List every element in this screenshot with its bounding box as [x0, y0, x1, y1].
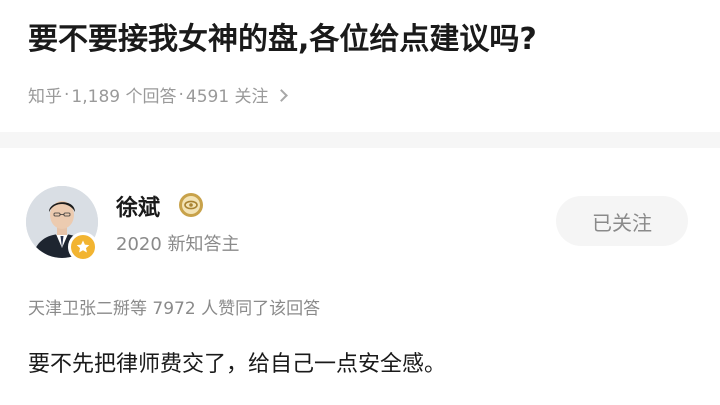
answer-count: 1,189 个回答	[71, 87, 177, 107]
author-title: 2020 新知答主	[116, 234, 240, 255]
zhihu-page: 要不要接我女神的盘,各位给点建议吗? 知乎 · 1,189 个回答 · 4591…	[0, 0, 720, 405]
upvote-summary[interactable]: 天津卫张二掰等 7972 人赞同了该回答	[28, 294, 320, 319]
question-card[interactable]: 要不要接我女神的盘,各位给点建议吗? 知乎 · 1,189 个回答 · 4591…	[0, 0, 720, 132]
meta-separator: ·	[178, 84, 184, 105]
follow-button[interactable]: 已关注	[556, 196, 688, 246]
chevron-right-icon[interactable]	[274, 88, 288, 102]
answer-content[interactable]: 要不先把律师费交了，给自己一点安全感。	[28, 346, 446, 378]
follower-count: 4591 关注	[185, 87, 269, 107]
question-title[interactable]: 要不要接我女神的盘,各位给点建议吗?	[28, 14, 537, 58]
source-label: 知乎	[28, 87, 62, 107]
star-badge-icon	[68, 232, 98, 262]
meta-separator: ·	[64, 84, 70, 105]
author-name[interactable]: 徐斌	[116, 190, 160, 222]
question-meta[interactable]: 知乎 · 1,189 个回答 · 4591 关注	[28, 82, 288, 107]
answer-card: 徐斌 2020 新知答主 已关注 天津卫张二掰等 7972 人赞同了该回答 要不…	[0, 148, 720, 405]
medal-icon[interactable]	[178, 192, 204, 218]
